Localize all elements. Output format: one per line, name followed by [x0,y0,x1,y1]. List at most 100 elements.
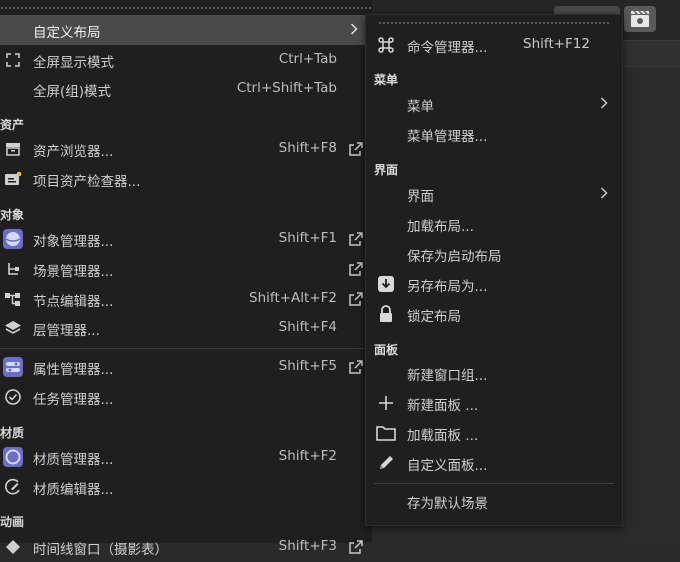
section-header-interface: 界面 [374,163,399,177]
menu-item-interface[interactable]: 界面 [366,179,622,209]
menu-item-label: 材质管理器... [33,452,114,468]
menu-item-label: 自定义布局 [33,25,101,41]
section-header-animation: 动画 [0,515,25,529]
menu-item-label: 全屏显示模式 [33,55,114,71]
submenu-tearoff-handle[interactable] [378,21,610,25]
menu-item-new-window-group[interactable]: 新建窗口组... [366,358,622,388]
window-menu: 自定义布局 全屏显示模式 Ctrl+Tab 全屏(组)模式 Ctrl+Shift… [0,0,372,558]
menu-item-scene-manager[interactable]: 场景管理器... [0,254,372,284]
clapperboard-button[interactable] [624,6,656,32]
menu-item-timeline[interactable]: 时间线窗口（摄影表） Shift+F3 [0,532,372,562]
menu-item-customize-panel[interactable]: 自定义面板... [366,448,622,478]
menu-item-label: 另存布局为... [407,279,488,295]
menu-item-save-startup-layout[interactable]: 保存为启动布局 [366,239,622,269]
attribute-manager-icon [0,352,26,382]
layers-icon [0,313,26,343]
task-manager-icon [0,382,26,412]
menu-item-label: 资产浏览器... [33,144,114,160]
chevron-right-icon [600,186,608,200]
material-editor-icon [0,472,26,502]
menu-item-save-default-scene[interactable]: 存为默认场景 [366,486,622,516]
menu-item-label: 时间线窗口（摄影表） [33,542,168,558]
app-panel [620,66,680,544]
menu-tearoff-handle[interactable] [0,6,372,10]
open-external-icon[interactable] [348,539,364,555]
section-header-materials: 材质 [0,426,25,440]
menu-item-asset-inspector[interactable]: 项目资产检查器... [0,164,372,194]
menu-item-fullscreen-group[interactable]: 全屏(组)模式 Ctrl+Shift+Tab [0,74,372,104]
menu-item-label: 加载布局... [407,219,474,235]
timeline-icon [0,532,26,562]
menu-item-node-editor[interactable]: 节点编辑器... Shift+Alt+F2 [0,284,372,314]
material-manager-icon [0,442,26,472]
menu-item-new-panel[interactable]: 新建面板 ... [366,388,622,418]
menu-item-label: 场景管理器... [33,264,114,280]
clapperboard-icon [631,10,649,27]
menu-item-load-layout[interactable]: 加载布局... [366,209,622,239]
menu-item-label: 层管理器... [33,323,100,339]
open-external-icon[interactable] [348,359,364,375]
menu-item-label: 锁定布局 [407,309,461,325]
menu-item-material-editor[interactable]: 材质编辑器... [0,472,372,502]
node-editor-icon [0,284,26,314]
menu-divider [0,348,372,349]
menu-item-label: 菜单管理器... [407,129,488,145]
menu-item-label: 属性管理器... [33,362,114,378]
open-external-icon[interactable] [348,231,364,247]
asset-inspector-icon [0,164,26,194]
menu-item-custom-layout[interactable]: 自定义布局 [0,15,372,45]
menu-item-shortcut: Shift+F2 [278,448,337,464]
menu-item-load-panel[interactable]: 加载面板 ... [366,418,622,448]
menu-divider [374,483,614,484]
menu-item-shortcut: Shift+F1 [278,230,337,246]
menu-item-menu-manager[interactable]: 菜单管理器... [366,119,622,149]
menu-item-label: 界面 [407,189,434,205]
menu-item-label: 命令管理器... [407,40,488,56]
pencil-icon [376,454,396,472]
menu-item-task-manager[interactable]: 任务管理器... [0,382,372,412]
custom-layout-submenu: 命令管理器... Shift+F12 菜单 菜单 菜单管理器... 界面 界面 … [365,14,623,526]
menu-item-object-manager[interactable]: 对象管理器... Shift+F1 [0,224,372,254]
open-external-icon[interactable] [348,261,364,277]
menu-item-label: 菜单 [407,99,434,115]
menu-item-attribute-manager[interactable]: 属性管理器... Shift+F5 [0,352,372,382]
menu-item-label: 材质编辑器... [33,482,114,498]
folder-icon [376,424,396,442]
chevron-right-icon [350,22,358,36]
menu-item-shortcut: Shift+F3 [278,538,337,554]
command-icon [376,36,396,54]
menu-item-layer-manager[interactable]: 层管理器... Shift+F4 [0,313,372,343]
menu-item-label: 节点编辑器... [33,294,114,310]
app-tab-row [620,40,680,67]
lock-icon [376,305,396,323]
menu-item-shortcut: Shift+F12 [523,36,590,52]
menu-item-lock-layout[interactable]: 锁定布局 [366,299,622,329]
open-external-icon[interactable] [348,291,364,307]
section-header-panel: 面板 [374,343,399,357]
fullscreen-icon [0,45,26,75]
open-external-icon[interactable] [348,141,364,157]
menu-item-shortcut: Shift+Alt+F2 [249,290,337,306]
section-header-assets: 资产 [0,118,25,132]
menu-item-asset-browser[interactable]: 资产浏览器... Shift+F8 [0,134,372,164]
menu-item-label: 任务管理器... [33,392,114,408]
menu-item-label: 新建面板 ... [407,398,479,414]
plus-icon [376,394,396,412]
object-manager-icon [0,224,26,254]
menu-item-label: 保存为启动布局 [407,249,502,265]
menu-item-label: 全屏(组)模式 [33,84,112,100]
menu-item-save-layout-as[interactable]: 另存布局为... [366,269,622,299]
menu-item-fullscreen[interactable]: 全屏显示模式 Ctrl+Tab [0,45,372,75]
menu-item-label: 存为默认场景 [407,496,488,512]
menu-item-menus[interactable]: 菜单 [366,89,622,119]
menu-item-shortcut: Shift+F4 [278,319,337,335]
menu-item-label: 加载面板 ... [407,428,479,444]
section-header-menu: 菜单 [374,73,399,87]
menu-item-shortcut: Shift+F8 [278,140,337,156]
menu-item-label: 自定义面板... [407,458,488,474]
menu-item-material-manager[interactable]: 材质管理器... Shift+F2 [0,442,372,472]
menu-item-label: 对象管理器... [33,234,114,250]
menu-item-shortcut: Ctrl+Tab [278,51,337,67]
menu-item-command-manager[interactable]: 命令管理器... Shift+F12 [366,30,622,60]
download-icon [376,275,396,293]
